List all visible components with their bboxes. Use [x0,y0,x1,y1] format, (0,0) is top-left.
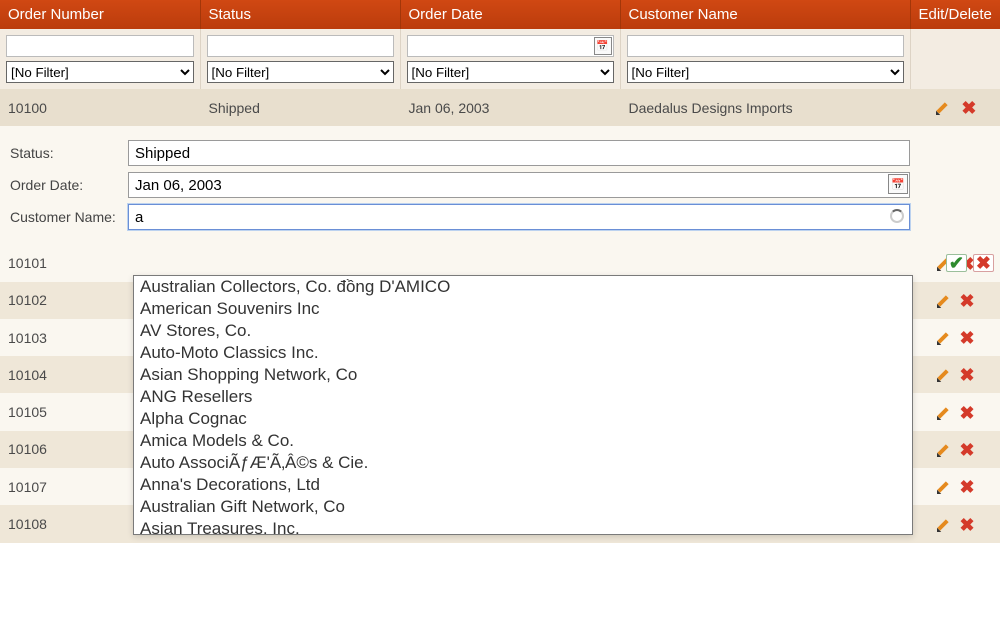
edit-status-label: Status: [6,145,128,161]
delete-icon[interactable]: ✖ [959,293,974,309]
filter-status-input[interactable] [207,35,394,57]
edit-confirm-buttons: ✔ ✖ [946,246,994,272]
autocomplete-option[interactable]: Anna's Decorations, Ltd [134,474,912,496]
filter-customer-name-select[interactable]: [No Filter] [627,61,904,83]
autocomplete-option[interactable]: AV Stores, Co. [134,320,912,342]
autocomplete-option[interactable]: Asian Shopping Network, Co [134,364,912,386]
autocomplete-option[interactable]: American Souvenirs Inc [134,298,912,320]
edit-form: Status: Order Date: 📅 Customer Na [0,126,1000,244]
col-header-status[interactable]: Status [200,0,400,29]
edit-icon[interactable] [935,442,951,458]
cell-customer-name: Daedalus Designs Imports [620,89,910,126]
cell-order-date: Jan 06, 2003 [400,89,620,126]
delete-icon[interactable]: ✖ [959,442,974,458]
edit-icon[interactable] [934,100,950,116]
col-header-customer-name[interactable]: Customer Name [620,0,910,29]
table-row[interactable]: 10100 Shipped Jan 06, 2003 Daedalus Desi… [0,89,1000,126]
autocomplete-option[interactable]: Amica Models & Co. [134,430,912,452]
delete-icon[interactable]: ✖ [959,517,974,533]
delete-icon[interactable]: ✖ [959,330,974,346]
col-header-order-number[interactable]: Order Number [0,0,200,29]
edit-icon[interactable] [935,405,951,421]
filter-order-number-select[interactable]: [No Filter] [6,61,194,83]
edit-form-row: Status: Order Date: 📅 Customer Na [0,126,1000,244]
edit-customer-name-label: Customer Name: [6,209,128,225]
grid-filter-row: [No Filter] [No Filter] 📅 [No Filter] [0,29,1000,89]
grid-header-row: Order Number Status Order Date Customer … [0,0,1000,29]
col-header-edit-delete: Edit/Delete [910,0,1000,29]
autocomplete-option[interactable]: Auto AssociÃƒÆ'Ã‚Â©s & Cie. [134,452,912,474]
calendar-icon[interactable]: 📅 [594,37,612,55]
cell-status: Shipped [200,89,400,126]
filter-order-date-select[interactable]: [No Filter] [407,61,614,83]
filter-order-date-input[interactable] [407,35,614,57]
confirm-button[interactable]: ✔ [946,254,967,272]
customer-autocomplete-dropdown[interactable]: Australian Collectors, Co. đồng D'AMICO … [133,275,913,535]
delete-icon[interactable]: ✖ [961,100,976,116]
autocomplete-option[interactable]: ANG Resellers [134,386,912,408]
edit-icon[interactable] [935,479,951,495]
autocomplete-option[interactable]: Auto-Moto Classics Inc. [134,342,912,364]
cell-order-number: 10100 [0,89,200,126]
delete-icon[interactable]: ✖ [959,479,974,495]
page-root: Order Number Status Order Date Customer … [0,0,1000,543]
col-header-order-date[interactable]: Order Date [400,0,620,29]
filter-status-select[interactable]: [No Filter] [207,61,394,83]
edit-icon[interactable] [935,517,951,533]
edit-icon[interactable] [935,330,951,346]
filter-order-number-input[interactable] [6,35,194,57]
autocomplete-option[interactable]: Asian Treasures, Inc. [134,518,912,535]
edit-icon[interactable] [935,367,951,383]
autocomplete-option[interactable]: Australian Gift Network, Co [134,496,912,518]
cancel-button[interactable]: ✖ [973,254,994,272]
edit-customer-name-input[interactable] [128,204,910,230]
delete-icon[interactable]: ✖ [959,367,974,383]
autocomplete-option[interactable]: Australian Collectors, Co. đồng D'AMICO [134,276,912,298]
edit-order-date-label: Order Date: [6,177,128,193]
delete-icon[interactable]: ✖ [959,405,974,421]
edit-icon[interactable] [935,293,951,309]
calendar-icon[interactable]: 📅 [888,174,908,194]
edit-order-date-input[interactable] [128,172,910,198]
filter-customer-name-input[interactable] [627,35,904,57]
edit-status-input[interactable] [128,140,910,166]
autocomplete-option[interactable]: Alpha Cognac [134,408,912,430]
